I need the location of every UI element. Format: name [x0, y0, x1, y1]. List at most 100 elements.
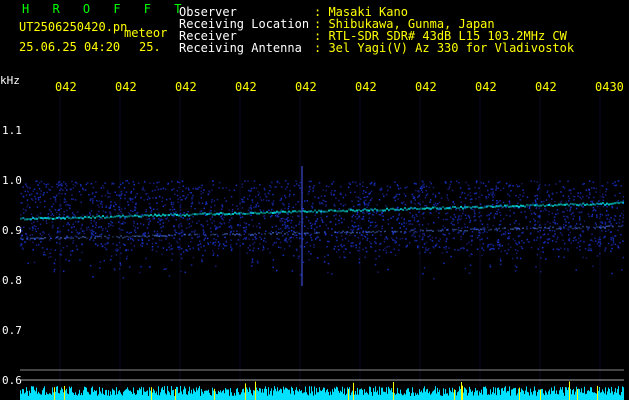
noise-dot: [38, 187, 41, 190]
noise-dot: [366, 233, 368, 236]
noise-dot: [270, 230, 272, 233]
noise-dot: [211, 198, 213, 201]
noise-dot: [254, 238, 257, 240]
spectrum-bar: [208, 389, 209, 400]
spectrum-bar: [314, 386, 315, 400]
spectrum-bar: [210, 395, 211, 400]
noise-dot: [540, 236, 542, 238]
noise-dot: [469, 219, 472, 222]
noise-dot: [42, 194, 45, 196]
spectrum-bar: [33, 386, 34, 400]
spectrum-bar: [480, 392, 481, 400]
noise-dot: [140, 196, 142, 199]
noise-dot: [158, 212, 160, 214]
noise-dot: [168, 275, 171, 277]
noise-dot: [134, 229, 136, 231]
spectrum-bar: [489, 394, 490, 400]
noise-dot: [60, 249, 63, 252]
spectrum-bar: [218, 390, 219, 400]
noise-dot: [109, 196, 111, 198]
spectrum-bar: [345, 395, 346, 400]
noise-dot: [376, 204, 378, 206]
carrier-trace: [116, 215, 118, 218]
noise-dot: [338, 208, 341, 210]
noise-dot: [461, 191, 464, 194]
noise-dot: [355, 225, 357, 228]
spectrum-bar: [147, 390, 148, 400]
spectrum-bar: [137, 390, 138, 400]
carrier-trace: [262, 212, 264, 215]
spectrum-bar: [195, 392, 196, 400]
carrier-trace: [448, 207, 450, 210]
noise-dot: [366, 186, 368, 189]
noise-dot: [567, 250, 569, 252]
noise-dot: [252, 249, 254, 252]
noise-dot: [90, 198, 92, 200]
noise-dot: [27, 203, 29, 206]
spectrum-bar: [172, 390, 173, 400]
noise-dot: [555, 241, 558, 243]
carrier-trace: [474, 205, 476, 208]
noise-dot: [22, 186, 24, 188]
carrier-trace: [226, 213, 228, 216]
noise-dot: [56, 183, 58, 185]
noise-dot: [237, 224, 239, 226]
noise-dot: [60, 188, 62, 190]
spectrum-bar: [575, 391, 576, 400]
noise-dot: [611, 206, 614, 209]
spectrum-bar: [284, 389, 285, 400]
noise-dot: [58, 231, 60, 233]
carrier-trace: [180, 214, 182, 217]
noise-dot: [129, 199, 132, 201]
noise-dot: [612, 182, 614, 185]
spectrum-bar: [118, 391, 119, 400]
spectrum-bar: [245, 383, 246, 400]
noise-dot: [107, 192, 110, 194]
noise-dot: [380, 189, 382, 191]
noise-dot: [267, 192, 270, 195]
spectrum-bar: [184, 386, 185, 400]
carrier-trace: [150, 214, 152, 216]
noise-dot: [460, 193, 462, 195]
noise-dot: [398, 244, 401, 246]
noise-dot: [514, 249, 517, 251]
noise-dot: [508, 186, 510, 188]
carrier-trace: [490, 205, 492, 208]
noise-dot: [471, 235, 473, 237]
noise-dot: [489, 266, 492, 268]
noise-dot: [118, 186, 120, 188]
spectrum-bar: [151, 387, 152, 400]
secondary-trace: [96, 235, 98, 237]
noise-dot: [92, 225, 94, 227]
spectrum-bar: [568, 387, 569, 400]
noise-dot: [451, 223, 454, 226]
noise-dot: [403, 222, 405, 224]
noise-dot: [151, 242, 154, 245]
noise-dot: [397, 188, 400, 190]
noise-dot: [140, 265, 142, 268]
noise-dot: [615, 222, 618, 224]
noise-dot: [257, 261, 259, 264]
noise-dot: [563, 227, 566, 229]
spectrum-bar: [524, 394, 525, 400]
noise-dot: [124, 180, 127, 182]
noise-dot: [537, 248, 539, 250]
noise-dot: [460, 235, 462, 238]
noise-dot: [192, 188, 194, 190]
noise-dot: [201, 184, 203, 187]
noise-dot: [204, 249, 206, 252]
spectrum-bar: [500, 394, 501, 400]
noise-dot: [528, 207, 531, 210]
carrier-trace: [376, 209, 378, 212]
spectrum-bar: [48, 394, 49, 400]
noise-dot: [32, 249, 34, 251]
noise-dot: [133, 220, 135, 223]
noise-dot: [564, 242, 566, 245]
spectrum-bar: [65, 390, 66, 400]
noise-dot: [143, 189, 146, 192]
noise-dot: [562, 211, 564, 214]
spectrum-bar: [358, 394, 359, 400]
noise-dot: [85, 226, 88, 229]
file-tag: meteor: [124, 26, 168, 40]
noise-dot: [433, 278, 435, 280]
